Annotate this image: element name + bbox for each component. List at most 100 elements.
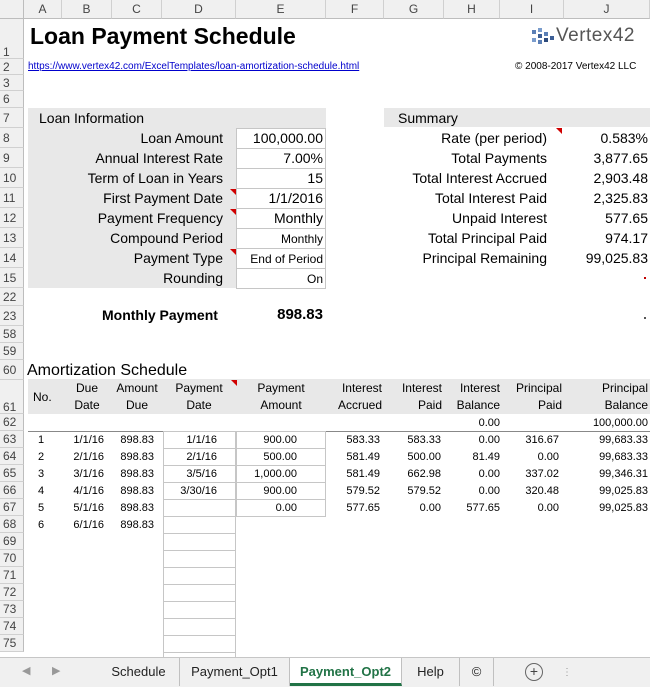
- row-header-8[interactable]: 8: [0, 128, 24, 148]
- row-header-66[interactable]: 66: [0, 482, 24, 499]
- payment-date-cell[interactable]: [163, 635, 236, 653]
- tab-help[interactable]: Help: [402, 658, 460, 686]
- col-header-interest-balance: Interest: [459, 381, 500, 395]
- monthly-payment-label: Monthly Payment: [102, 307, 218, 323]
- row-header-71[interactable]: 71: [0, 567, 24, 584]
- row-header-13[interactable]: 13: [0, 228, 24, 248]
- schedule-interest-accrued: 581.49: [346, 468, 380, 480]
- row-header-58[interactable]: 58: [0, 326, 24, 343]
- column-header-b[interactable]: B: [62, 0, 112, 19]
- schedule-no: 3: [38, 468, 45, 480]
- row-header-2[interactable]: 2: [0, 59, 24, 75]
- amortization-heading: Amortization Schedule: [27, 362, 188, 379]
- col-header-no: No.: [33, 390, 52, 404]
- row-header-3[interactable]: 3: [0, 75, 24, 91]
- payment-date-cell[interactable]: [163, 550, 236, 568]
- scroll-tabs-left-icon[interactable]: ◀: [22, 664, 30, 677]
- column-header-g[interactable]: G: [384, 0, 444, 19]
- schedule-principal-paid: 316.67: [525, 434, 559, 446]
- loan-info-value: 1/1/2016: [268, 190, 324, 206]
- row-header-65[interactable]: 65: [0, 465, 24, 482]
- tab-schedule[interactable]: Schedule: [98, 658, 180, 686]
- row-header-63[interactable]: 63: [0, 431, 24, 448]
- schedule-principal-balance: 99,683.33: [599, 434, 648, 446]
- column-header-f[interactable]: F: [326, 0, 384, 19]
- scroll-tabs-right-icon[interactable]: ▶: [52, 664, 60, 677]
- column-header-e[interactable]: E: [236, 0, 326, 19]
- template-link[interactable]: https://www.vertex42.com/ExcelTemplates/…: [28, 61, 359, 72]
- summary-value: 2,903.48: [593, 170, 649, 186]
- loan-info-value: Monthly: [273, 210, 323, 226]
- schedule-amount-due: 898.83: [120, 502, 154, 514]
- row-header-1[interactable]: 1: [0, 19, 24, 59]
- row-header-59[interactable]: 59: [0, 343, 24, 360]
- tab-bar-options-icon[interactable]: ⋮: [562, 667, 572, 678]
- schedule-interest-paid: 0.00: [419, 502, 441, 514]
- tab-copyright[interactable]: ©: [460, 658, 494, 686]
- row-header-9[interactable]: 9: [0, 148, 24, 168]
- schedule-payment-amount: 1,000.00: [254, 468, 297, 480]
- row-header-23[interactable]: 23: [0, 306, 24, 326]
- row-header-72[interactable]: 72: [0, 584, 24, 601]
- payment-date-cell[interactable]: [163, 618, 236, 636]
- payment-date-cell[interactable]: [163, 584, 236, 602]
- payment-date-cell[interactable]: [163, 567, 236, 585]
- tab-payment-opt2[interactable]: Payment_Opt2: [290, 658, 402, 686]
- row-header-14[interactable]: 14: [0, 248, 24, 268]
- column-header-j[interactable]: J: [564, 0, 650, 19]
- row-header-61[interactable]: 61: [0, 380, 24, 414]
- copyright-text: © 2008-2017 Vertex42 LLC: [515, 61, 637, 72]
- add-sheet-icon: +: [529, 663, 539, 679]
- row-header-60[interactable]: 60: [0, 360, 24, 380]
- payment-date-cell[interactable]: [163, 533, 236, 551]
- summary-value: 577.65: [605, 210, 648, 226]
- schedule-amount-due: 898.83: [120, 519, 154, 531]
- col-header-interest-accrued: Accrued: [337, 398, 382, 412]
- row-header-62[interactable]: 62: [0, 414, 24, 431]
- row-header-74[interactable]: 74: [0, 618, 24, 635]
- comment-marker: [231, 380, 237, 386]
- summary-label: Rate (per period): [441, 130, 547, 146]
- column-header-a[interactable]: A: [24, 0, 62, 19]
- row-header-70[interactable]: 70: [0, 550, 24, 567]
- row-header-69[interactable]: 69: [0, 533, 24, 550]
- page-title: Loan Payment Schedule: [30, 23, 296, 49]
- row-header-64[interactable]: 64: [0, 448, 24, 465]
- schedule-interest-balance: 0.00: [478, 485, 500, 497]
- loan-info-value: On: [306, 272, 323, 286]
- schedule-due-date: 4/1/16: [73, 485, 104, 497]
- payment-date-cell[interactable]: [163, 499, 236, 517]
- column-header-h[interactable]: H: [444, 0, 500, 19]
- select-all-corner[interactable]: [0, 0, 24, 19]
- schedule-no: 2: [38, 451, 45, 463]
- column-header-c[interactable]: C: [112, 0, 162, 19]
- col-header-principal-balance: Principal: [601, 381, 648, 395]
- row-header-12[interactable]: 12: [0, 208, 24, 228]
- row-header-7[interactable]: 7: [0, 108, 24, 128]
- schedule-payment-amount: 500.00: [263, 451, 297, 463]
- column-header-d[interactable]: D: [162, 0, 236, 19]
- schedule-payment-amount: 900.00: [263, 434, 297, 446]
- row-header-6[interactable]: 6: [0, 91, 24, 108]
- column-header-i[interactable]: I: [500, 0, 564, 19]
- row-header-75[interactable]: 75: [0, 635, 24, 652]
- schedule-interest-paid: 662.98: [407, 468, 441, 480]
- payment-date-cell[interactable]: [163, 516, 236, 534]
- row-header-73[interactable]: 73: [0, 601, 24, 618]
- row-header-22[interactable]: 22: [0, 288, 24, 306]
- row-header-10[interactable]: 10: [0, 168, 24, 188]
- row-header-68[interactable]: 68: [0, 516, 24, 533]
- schedule-interest-balance: 577.65: [466, 502, 500, 514]
- schedule-principal-balance: 99,025.83: [599, 485, 648, 497]
- col-header-interest-balance: Balance: [456, 398, 500, 412]
- row-header-15[interactable]: 15: [0, 268, 24, 288]
- row-header-67[interactable]: 67: [0, 499, 24, 516]
- tab-payment-opt1[interactable]: Payment_Opt1: [180, 658, 290, 686]
- summary-label: Total Interest Paid: [434, 190, 547, 206]
- payment-date-cell[interactable]: [163, 601, 236, 619]
- schedule-principal-paid: 337.02: [525, 468, 559, 480]
- schedule-principal-paid: 320.48: [525, 485, 559, 497]
- schedule-principal-paid: 0.00: [537, 451, 559, 463]
- row-header-11[interactable]: 11: [0, 188, 24, 208]
- add-sheet-button[interactable]: +: [525, 663, 543, 681]
